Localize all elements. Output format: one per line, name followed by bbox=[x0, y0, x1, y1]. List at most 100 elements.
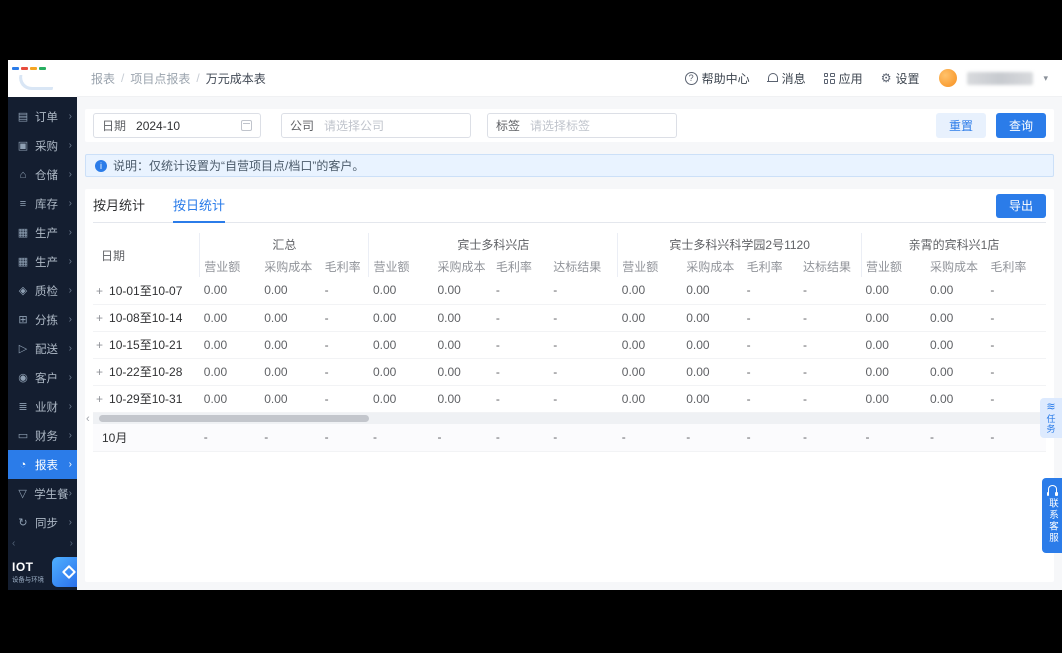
expand-row-icon[interactable]: + bbox=[96, 284, 103, 298]
apps-button[interactable]: 应用 bbox=[823, 70, 863, 87]
table-cell: 0.00 bbox=[433, 304, 492, 332]
expand-row-icon[interactable]: + bbox=[96, 392, 103, 406]
scrollbar-thumb[interactable] bbox=[99, 414, 369, 422]
expand-row-icon[interactable]: + bbox=[96, 365, 103, 379]
breadcrumb-item[interactable]: 项目点报表 bbox=[130, 70, 190, 87]
chevron-right-icon: › bbox=[68, 401, 72, 412]
task-label: 任务 bbox=[1045, 414, 1056, 434]
apps-grid-icon bbox=[823, 72, 835, 84]
factory-icon: ▦ bbox=[17, 256, 29, 268]
reset-button[interactable]: 重置 bbox=[935, 113, 986, 138]
topbar-actions: ? 帮助中心 消息 应用 ⚙ 设置 ▾ bbox=[684, 69, 1048, 87]
company-filter-label: 公司 bbox=[290, 119, 315, 133]
messages-label: 消息 bbox=[781, 71, 806, 86]
tab-monthly-stats[interactable]: 按月统计 bbox=[93, 189, 145, 223]
sidebar-item-delivery[interactable]: ▷ 配送 › bbox=[8, 334, 77, 363]
table-cell: 0.00 bbox=[925, 358, 987, 386]
breadcrumb-item[interactable]: 报表 bbox=[91, 70, 115, 87]
table-cell: 0.00 bbox=[260, 358, 321, 386]
tab-daily-stats[interactable]: 按日统计 bbox=[173, 189, 226, 223]
contact-support-button[interactable]: 联系客服 bbox=[1042, 478, 1062, 553]
sidebar-item-finance[interactable]: ▭ 财务 › bbox=[8, 421, 77, 450]
table-cell: 0.00 bbox=[682, 277, 743, 305]
table-row: +10-15至10-21 0.00 0.00-0.00 0.00- -0.00 0.00-… bbox=[93, 331, 1046, 359]
report-card: 按月统计 按日统计 导出 日期 汇总 宾士多科兴店 宾士多科兴科学园2号1120 亲霄的宾… bbox=[85, 189, 1054, 582]
sidebar-item-sync[interactable]: ↻ 同步 › bbox=[8, 508, 77, 537]
sidebar-scroll-right-icon[interactable]: › bbox=[70, 537, 73, 551]
expand-row-icon[interactable]: + bbox=[96, 338, 103, 352]
tabs-row: 按月统计 按日统计 导出 bbox=[93, 189, 1046, 223]
chevron-right-icon: › bbox=[68, 111, 72, 122]
avatar[interactable] bbox=[939, 69, 958, 87]
calendar-icon[interactable] bbox=[241, 120, 252, 131]
iot-subtitle: 设备与环境 bbox=[12, 575, 44, 583]
table-cell: - bbox=[742, 331, 800, 359]
table-cell: - bbox=[986, 385, 1046, 413]
task-panel-button[interactable]: ≋ 任务 bbox=[1040, 398, 1062, 438]
sidebar-item-biz-finance[interactable]: ≣ 业财 › bbox=[8, 392, 77, 421]
column-header: 达标结果 bbox=[803, 259, 852, 274]
expand-row-icon[interactable]: + bbox=[96, 311, 103, 325]
sidebar-item-production-1[interactable]: ▦ 生产 › bbox=[8, 218, 77, 247]
sidebar-item-student-meals[interactable]: ▽ 学生餐 › bbox=[8, 479, 77, 508]
table-cell: 0.00 bbox=[260, 277, 321, 305]
sidebar-item-label: 生产 bbox=[35, 227, 58, 240]
table-cell: - bbox=[742, 304, 800, 332]
sidebar-item-production-2[interactable]: ▦ 生产 › bbox=[8, 247, 77, 276]
column-header: 达标结果 bbox=[553, 259, 602, 274]
table-cell: 0.00 bbox=[861, 331, 926, 359]
sidebar-item-reports[interactable]: ◔ 报表 › bbox=[8, 450, 77, 479]
table-cell: 0.00 bbox=[199, 277, 261, 305]
table-cell: - bbox=[491, 331, 550, 359]
settings-button[interactable]: ⚙ 设置 bbox=[881, 70, 920, 87]
table-cell: 0.00 bbox=[682, 385, 743, 413]
chevron-right-icon: › bbox=[68, 517, 72, 528]
query-button[interactable]: 查询 bbox=[995, 113, 1046, 138]
table-cell: - bbox=[925, 424, 987, 452]
sidebar-item-label: 质检 bbox=[35, 285, 58, 298]
chevron-right-icon: › bbox=[68, 314, 72, 325]
breadcrumb-separator: / bbox=[196, 71, 200, 85]
table-cell: - bbox=[617, 424, 683, 452]
apps-label: 应用 bbox=[838, 71, 863, 86]
sidebar-item-purchasing[interactable]: ▣ 采购 › bbox=[8, 131, 77, 160]
sidebar-item-label: 报表 bbox=[35, 459, 58, 472]
sidebar-item-label: 客户 bbox=[35, 372, 58, 385]
sidebar-item-orders[interactable]: ▤ 订单 › bbox=[8, 102, 77, 131]
factory-icon: ▦ bbox=[17, 227, 29, 239]
company-filter-input[interactable]: 公司 请选择公司 bbox=[281, 113, 471, 138]
row-date-cell: +10-08至10-14 bbox=[93, 304, 200, 332]
sidebar-item-warehousing[interactable]: ⌂ 仓储 › bbox=[8, 160, 77, 189]
table-cell: 0.00 bbox=[368, 385, 434, 413]
chevron-right-icon: › bbox=[68, 256, 72, 267]
chevron-right-icon: › bbox=[68, 430, 72, 441]
scroll-left-icon[interactable]: ‹ bbox=[86, 413, 90, 425]
column-header: 营业额 bbox=[199, 255, 261, 277]
table-cell: 0.00 bbox=[925, 277, 987, 305]
table-cell: - bbox=[320, 424, 369, 452]
tag-filter-placeholder: 请选择标签 bbox=[530, 119, 591, 133]
iot-panel[interactable]: IOT 设备与环境 bbox=[8, 551, 86, 593]
date-filter-input[interactable]: 日期 2024-10 bbox=[93, 113, 261, 138]
table-cell: - bbox=[549, 385, 618, 413]
sidebar-item-customers[interactable]: ◉ 客户 › bbox=[8, 363, 77, 392]
sidebar-item-sorting[interactable]: ⊞ 分拣 › bbox=[8, 305, 77, 334]
chevron-right-icon: › bbox=[68, 459, 72, 470]
tag-filter-input[interactable]: 标签 请选择标签 bbox=[487, 113, 677, 138]
summary-row: 10月 - - - - - - - - - - - - - - bbox=[93, 424, 1046, 452]
sidebar-menu: ▤ 订单 › ▣ 采购 › ⌂ 仓储 › ≡ 库存 › ▦ 生产 › ▦ 生产 › ◈ 质检 › ⊞ 分拣 › ▷ 配送 › ◉ 客户 ›… bbox=[8, 97, 77, 537]
help-center-button[interactable]: ? 帮助中心 bbox=[684, 70, 750, 87]
table-cell: - bbox=[986, 304, 1046, 332]
column-group-header: 汇总 bbox=[199, 233, 369, 255]
table-cell: 0.00 bbox=[617, 358, 683, 386]
messages-button[interactable]: 消息 bbox=[766, 70, 806, 87]
sidebar-item-quality[interactable]: ◈ 质检 › bbox=[8, 276, 77, 305]
user-menu-caret-icon[interactable]: ▾ bbox=[1043, 73, 1048, 84]
export-button[interactable]: 导出 bbox=[995, 193, 1046, 218]
sidebar-scroll-left-icon[interactable]: ‹ bbox=[12, 537, 15, 551]
table-cell: - bbox=[320, 277, 369, 305]
table-cell: - bbox=[986, 331, 1046, 359]
row-date-cell: +10-22至10-28 bbox=[93, 358, 200, 386]
table-cell: 0.00 bbox=[433, 277, 492, 305]
sidebar-item-inventory[interactable]: ≡ 库存 › bbox=[8, 189, 77, 218]
